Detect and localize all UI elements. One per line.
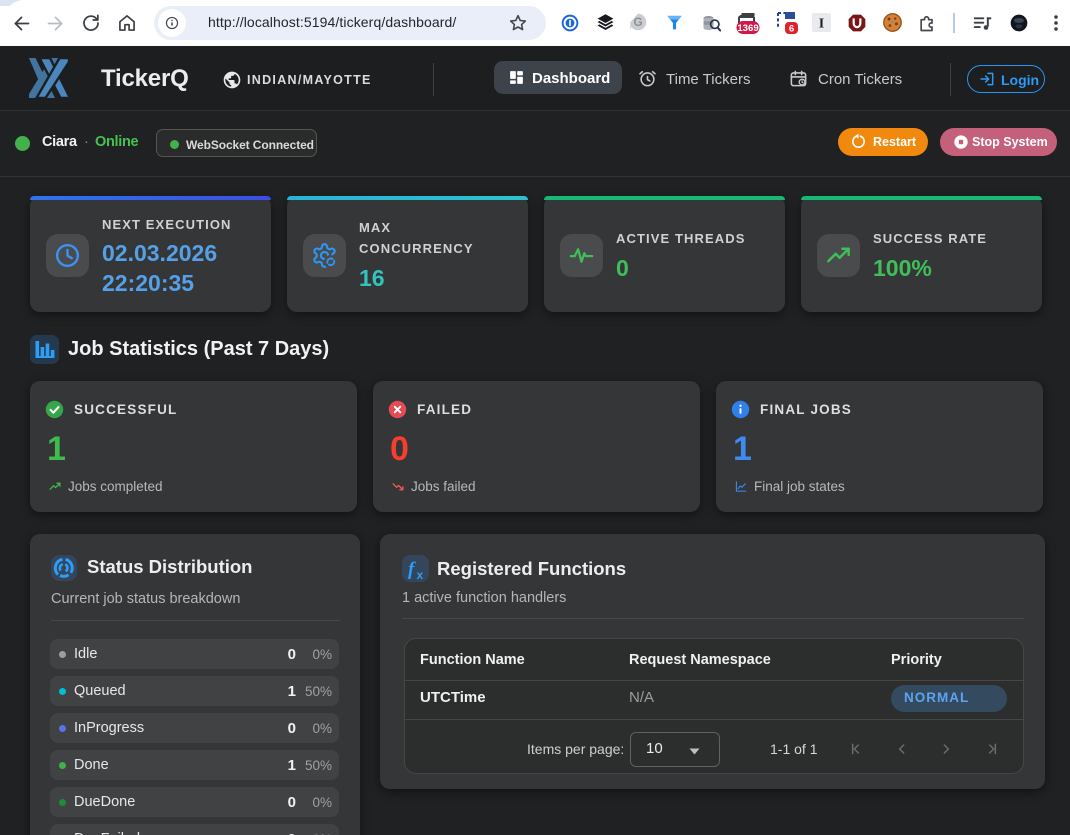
svg-text:6: 6 bbox=[789, 24, 794, 35]
svg-text:1369: 1369 bbox=[737, 23, 758, 34]
svg-text:G: G bbox=[633, 16, 642, 29]
svg-text:I: I bbox=[819, 17, 824, 32]
svg-text:x: x bbox=[417, 568, 424, 582]
